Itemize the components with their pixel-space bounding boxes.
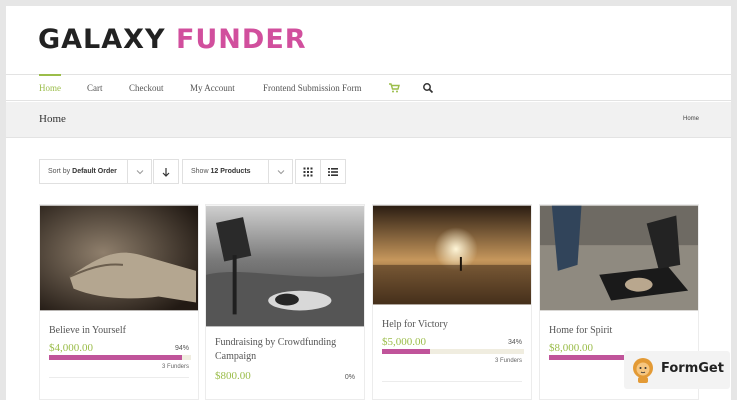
grid-view-icon	[303, 167, 313, 176]
funders-count: 3 Funders	[161, 364, 189, 370]
product-image-guitar-case[interactable]	[540, 205, 698, 311]
page-title: Home	[39, 113, 66, 125]
show-count-label: Show 12 Products	[191, 168, 251, 175]
badge-text: FormGet	[661, 361, 724, 376]
funders-count: 3 Funders	[494, 358, 522, 364]
product-card[interactable]: Believe in Yourself $4,000.00 94% 3 Fund…	[39, 204, 199, 400]
page-title-bar: Home Home	[6, 102, 731, 138]
product-image-donations[interactable]	[206, 205, 364, 327]
site-logo[interactable]: GALAXY FUNDER	[38, 24, 307, 55]
funded-percent: 34%	[507, 339, 522, 346]
progress-bar	[549, 355, 629, 360]
product-title[interactable]: Home for Spirit	[549, 324, 612, 338]
chevron-down-icon	[127, 160, 151, 183]
list-view-button[interactable]	[320, 159, 346, 184]
progress-bar	[382, 349, 524, 354]
product-price: $8,000.00	[549, 342, 593, 354]
progress-fill	[382, 349, 431, 354]
product-image-hand[interactable]	[40, 205, 198, 311]
sort-direction-button[interactable]	[153, 159, 179, 184]
show-count-select[interactable]: Show 12 Products	[182, 159, 293, 184]
product-card[interactable]: Fundraising by Crowdfunding Campaign $80…	[205, 204, 365, 400]
sort-direction-icon	[162, 167, 170, 177]
formget-badge[interactable]: FormGet	[624, 351, 730, 389]
funded-percent: 94%	[174, 345, 189, 352]
product-image-sunset[interactable]	[373, 205, 531, 305]
progress-fill	[49, 355, 183, 360]
page-frame: GALAXY FUNDER Home Cart Checkout My Acco…	[6, 6, 731, 400]
nav-item-my-account[interactable]: My Account	[190, 83, 235, 93]
nav-item-checkout[interactable]: Checkout	[129, 83, 164, 93]
nav-item-frontend-submission-form[interactable]: Frontend Submission Form	[263, 83, 362, 93]
grid-view-button[interactable]	[295, 159, 321, 184]
product-title[interactable]: Believe in Yourself	[49, 324, 126, 338]
sort-label: Sort by Default Order	[48, 168, 117, 175]
main-nav: Home Cart Checkout My Account Frontend S…	[6, 74, 731, 101]
nav-item-home[interactable]: Home	[39, 74, 61, 93]
card-divider	[382, 381, 522, 382]
search-icon[interactable]	[422, 81, 434, 94]
logo-text-funder: FUNDER	[175, 24, 307, 55]
product-price: $4,000.00	[49, 342, 93, 354]
breadcrumb[interactable]: Home	[683, 116, 699, 122]
product-card[interactable]: Help for Victory $5,000.00 34% 3 Funders	[372, 204, 532, 400]
nav-item-cart[interactable]: Cart	[87, 83, 103, 93]
progress-bar	[49, 355, 191, 360]
list-view-icon	[328, 167, 338, 176]
product-price: $5,000.00	[382, 336, 426, 348]
product-title[interactable]: Help for Victory	[382, 318, 448, 332]
progress-fill	[549, 355, 629, 360]
logo-text-galaxy: GALAXY	[38, 24, 166, 55]
funded-percent: 0%	[344, 374, 355, 381]
card-divider	[49, 377, 189, 378]
lion-mascot-icon	[633, 358, 653, 383]
chevron-down-icon	[268, 160, 292, 183]
cart-icon[interactable]	[388, 81, 400, 93]
sort-select[interactable]: Sort by Default Order	[39, 159, 152, 184]
product-price: $800.00	[215, 370, 251, 382]
product-title[interactable]: Fundraising by Crowdfunding Campaign	[215, 336, 355, 364]
